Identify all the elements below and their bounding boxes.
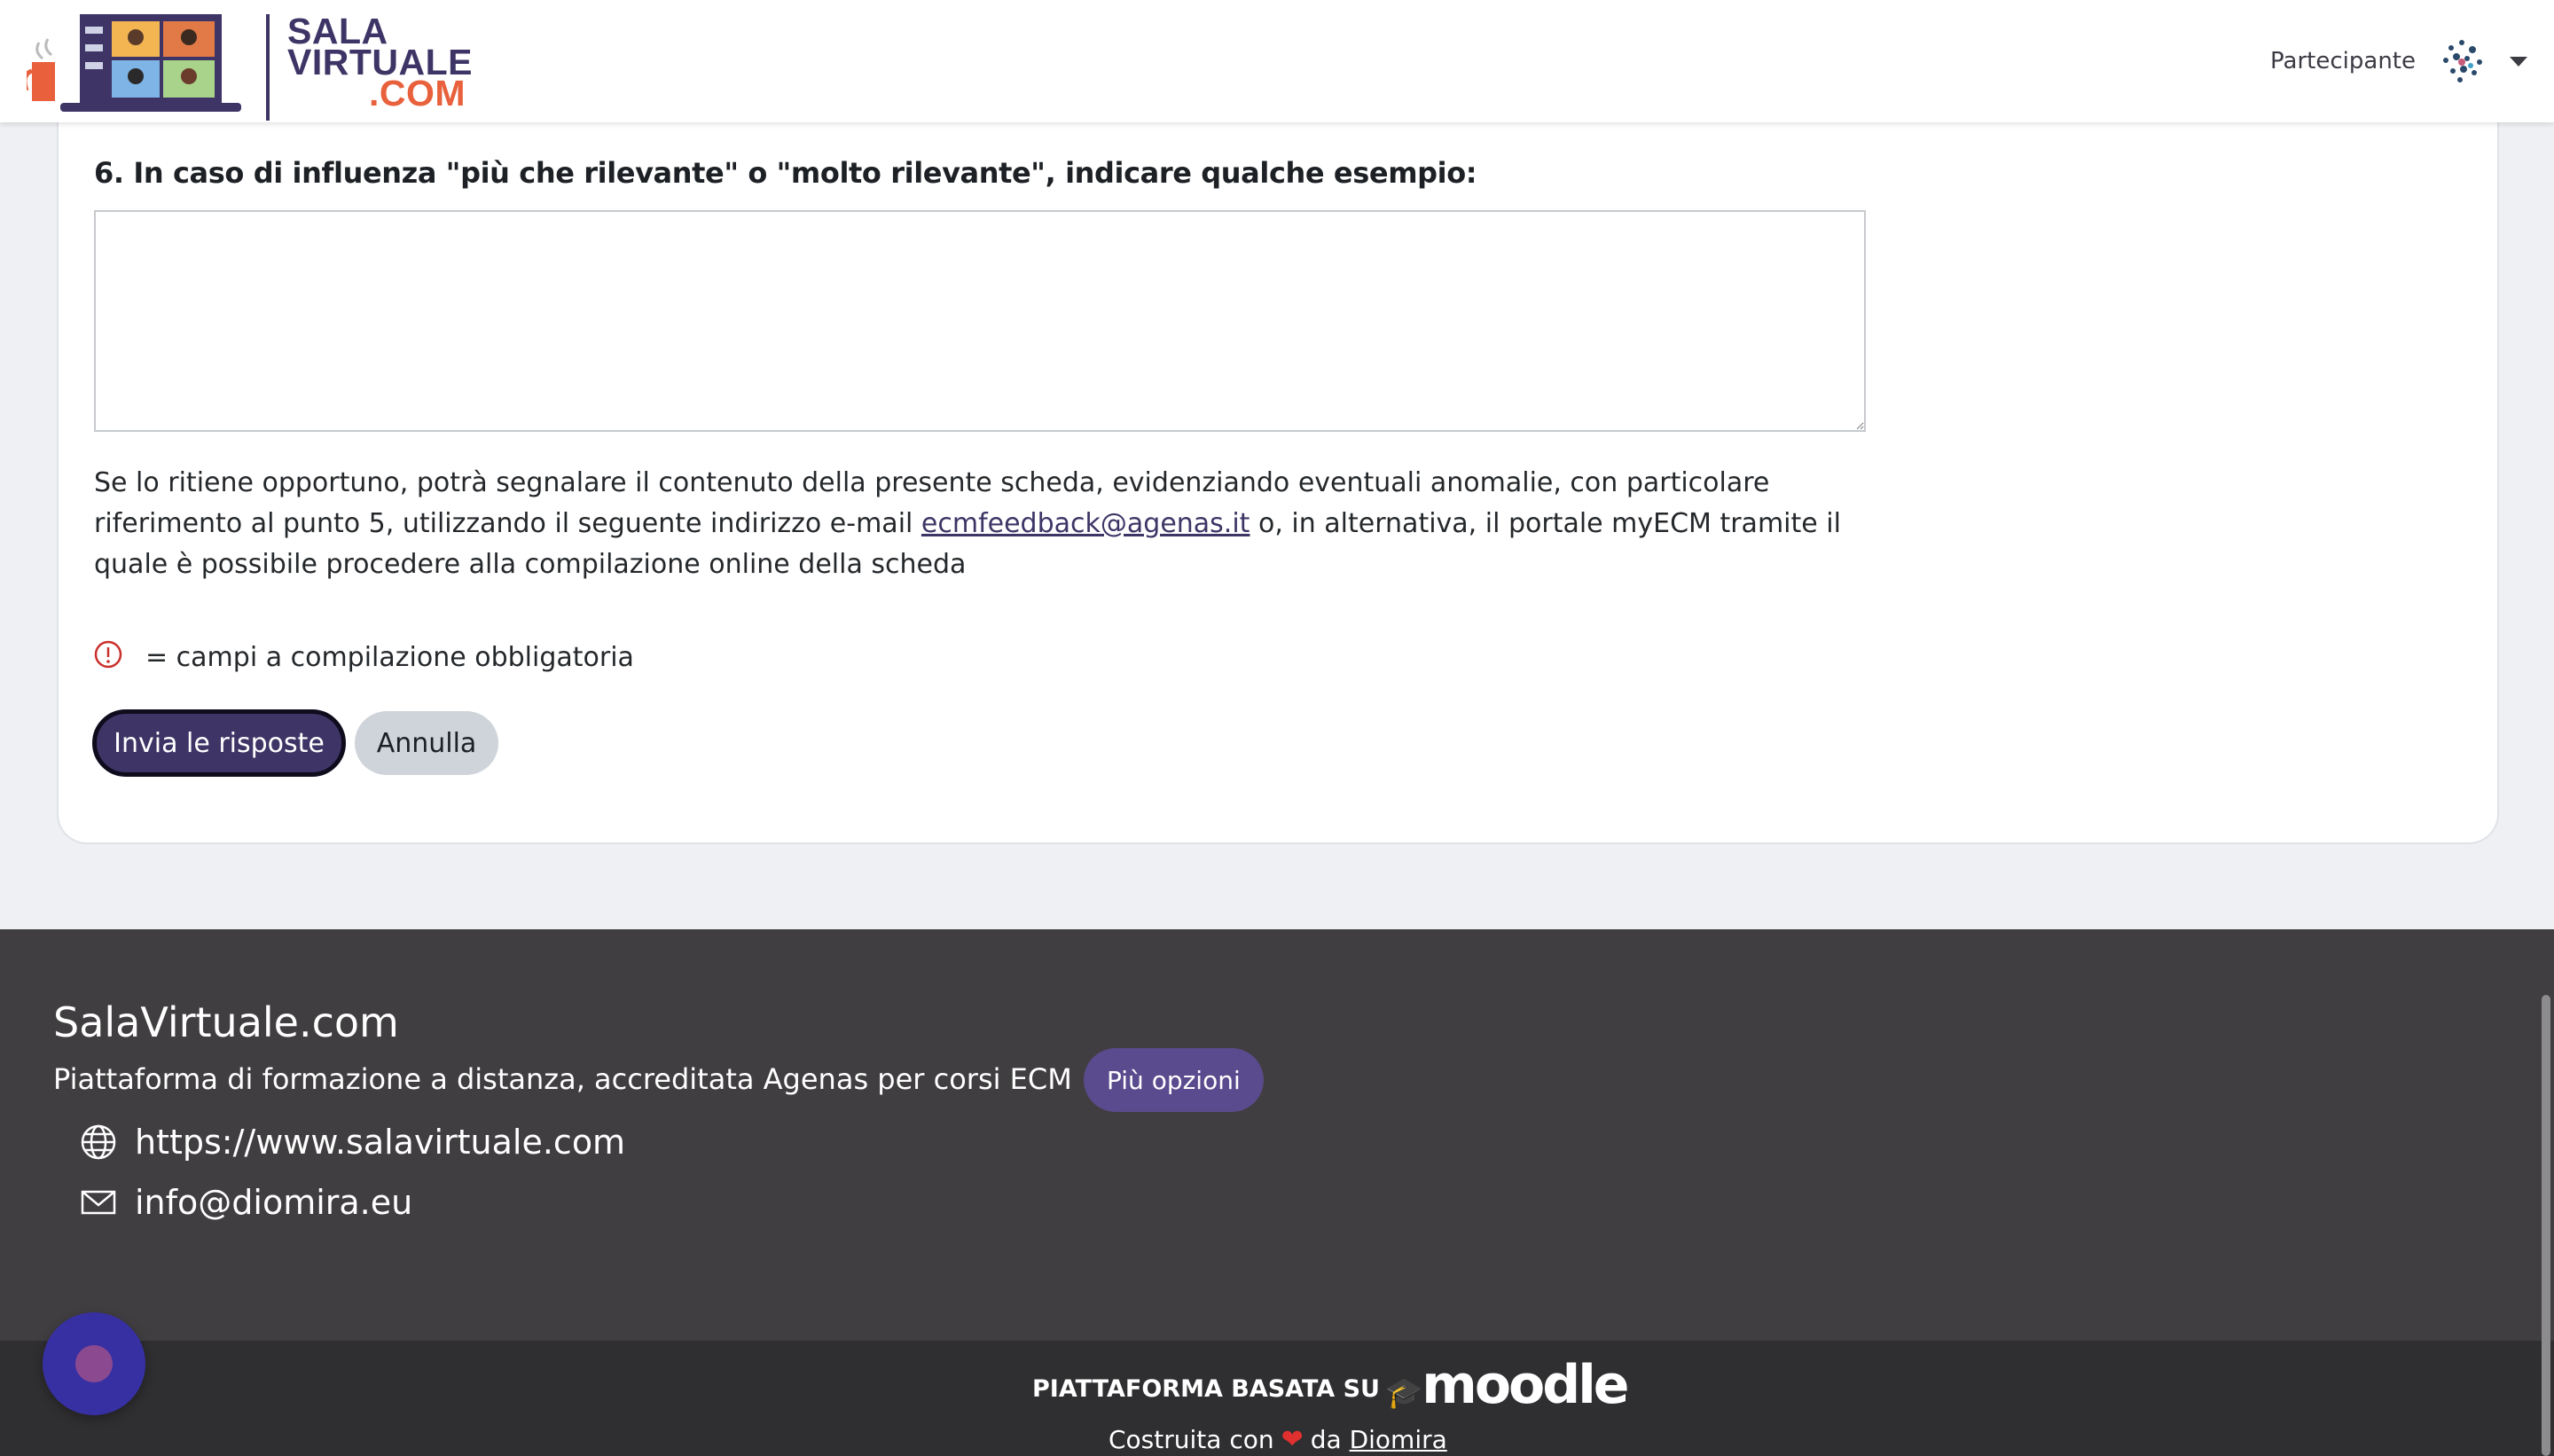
feedback-notice: Se lo ritiene opportuno, potrà segnalare… — [94, 463, 1876, 585]
moodle-wordmark: moodle — [1422, 1354, 1629, 1416]
built-prefix: Costruita con — [1109, 1425, 1274, 1454]
logo-divider — [266, 14, 270, 121]
moodle-logo: 🎓moodle — [1384, 1358, 1630, 1420]
navbar: SALA VIRTUALE .COM Partecipante — [0, 0, 2554, 122]
logo-line-3: .COM — [369, 73, 466, 114]
globe-icon — [81, 1124, 116, 1160]
question-6-answer[interactable] — [94, 210, 1866, 432]
more-options-button[interactable]: Più opzioni — [1084, 1048, 1264, 1112]
footer-email[interactable]: info@diomira.eu — [80, 1183, 412, 1222]
chevron-down-icon[interactable] — [2510, 56, 2527, 67]
site-logo[interactable]: SALA VIRTUALE .COM — [22, 7, 473, 121]
footer-website[interactable]: https://www.salavirtuale.com — [80, 1123, 625, 1162]
diomira-link[interactable]: Diomira — [1350, 1425, 1447, 1454]
footer-description: Piattaforma di formazione a distanza, ac… — [53, 1062, 1072, 1096]
logo-wordmark: SALA VIRTUALE .COM — [287, 13, 473, 114]
powered-by-text: PIATTAFORMA BASATA SU — [1032, 1375, 1380, 1403]
scrollbar-thumb[interactable] — [2542, 995, 2550, 1456]
submit-answers-button[interactable]: Invia le risposte — [92, 709, 346, 777]
email-link[interactable]: info@diomira.eu — [135, 1183, 412, 1222]
site-footer: SalaVirtuale.com Piattaforma di formazio… — [0, 929, 2554, 1341]
video-call-logo-icon — [22, 14, 241, 112]
footer-title: SalaVirtuale.com — [53, 998, 399, 1046]
heart-icon: ❤ — [1281, 1424, 1304, 1455]
user-role: Partecipante — [2270, 48, 2416, 74]
chat-icon — [75, 1345, 113, 1382]
user-menu[interactable]: Partecipante — [2270, 0, 2554, 122]
envelope-icon — [81, 1190, 116, 1215]
avatar-icon[interactable] — [2435, 34, 2490, 89]
powered-by[interactable]: PIATTAFORMA BASATA SU 🎓moodle — [1032, 1358, 1630, 1420]
agenas-email-link[interactable]: ecmfeedback@agenas.it — [921, 508, 1250, 539]
required-legend: = campi a compilazione obbligatoria — [94, 640, 634, 673]
required-exclamation-icon — [94, 640, 122, 668]
chat-widget-button[interactable] — [43, 1312, 145, 1415]
question-6-label: 6. In caso di influenza "più che rilevan… — [94, 156, 1477, 190]
required-legend-text: = campi a compilazione obbligatoria — [145, 642, 634, 673]
footer-bottom-bar: PIATTAFORMA BASATA SU 🎓moodle Costruita … — [0, 1341, 2554, 1456]
website-link[interactable]: https://www.salavirtuale.com — [135, 1123, 625, 1162]
mortarboard-icon: 🎓 — [1384, 1375, 1422, 1411]
built-with: Costruita con ❤ da Diomira — [1109, 1424, 1447, 1455]
built-mid: da — [1310, 1425, 1342, 1454]
cancel-button[interactable]: Annulla — [355, 711, 498, 775]
